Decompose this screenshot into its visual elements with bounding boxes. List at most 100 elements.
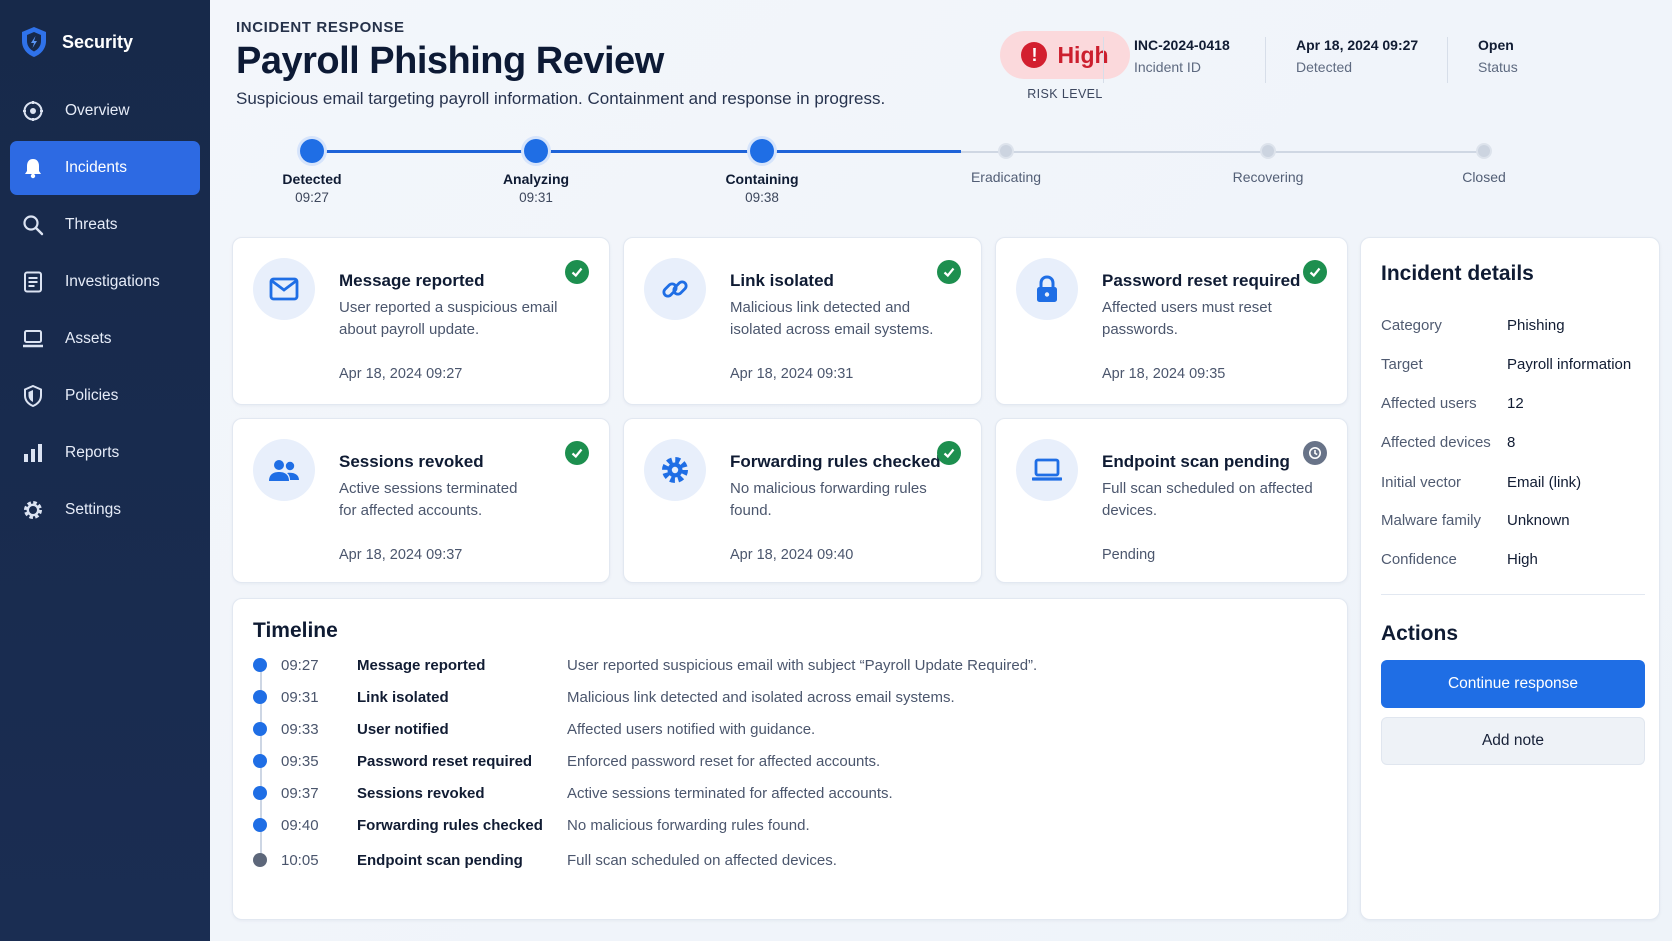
- sidebar-item-overview[interactable]: Overview: [10, 84, 200, 138]
- detail-row-initial-vector: Initial vector Email (link): [1381, 474, 1651, 491]
- bar-chart-icon: [21, 441, 45, 465]
- detail-key: Target: [1381, 356, 1423, 373]
- detail-value: High: [1507, 551, 1538, 568]
- timeline-title: Timeline: [253, 619, 338, 642]
- timeline-event: Forwarding rules checked: [357, 816, 543, 834]
- action-card-forwarding-rules[interactable]: Forwarding rules checked No malicious fo…: [623, 418, 982, 583]
- sidebar-item-policies[interactable]: Policies: [10, 369, 200, 423]
- lock-icon: [1016, 258, 1078, 320]
- timeline-detail: User reported suspicious email with subj…: [567, 656, 1038, 674]
- detail-key: Affected users: [1381, 395, 1477, 412]
- add-note-button[interactable]: Add note: [1381, 717, 1645, 765]
- detail-row-target: Target Payroll information: [1381, 356, 1651, 373]
- laptop-icon: [21, 327, 45, 351]
- timeline-row: 09:40 Forwarding rules checked No malici…: [253, 814, 1333, 836]
- brand[interactable]: Security: [0, 0, 210, 84]
- progress-step-detected: Detected 09:27: [242, 130, 382, 205]
- progress-step-analyzing: Analyzing 09:31: [466, 130, 606, 205]
- mail-icon: [253, 258, 315, 320]
- progress-step-containing: Containing 09:38: [692, 130, 832, 205]
- card-description: Full scan scheduled on affected devices.: [1102, 480, 1313, 519]
- card-description: Active sessions terminated for affected …: [339, 480, 518, 519]
- sidebar-item-incidents[interactable]: Incidents: [10, 141, 200, 195]
- step-label: Analyzing: [502, 171, 570, 187]
- main-content: INCIDENT RESPONSE Payroll Phishing Revie…: [210, 0, 1672, 941]
- action-card-password-reset[interactable]: Password reset required Affected users m…: [995, 237, 1348, 405]
- step-label: Detected: [282, 171, 342, 187]
- timeline-row: 09:27 Message reported User reported sus…: [253, 654, 1333, 676]
- action-card-link-isolated[interactable]: Link isolated Malicious link detected an…: [623, 237, 982, 405]
- timeline-time: 09:33: [281, 720, 319, 738]
- users-icon: [253, 439, 315, 501]
- detail-key: Malware family: [1381, 512, 1482, 529]
- shield-icon: [21, 384, 45, 408]
- sidebar-item-settings[interactable]: Settings: [10, 483, 200, 537]
- check-icon: [1303, 260, 1327, 284]
- step-dot: [750, 139, 774, 163]
- timeline-time: 09:27: [281, 656, 319, 674]
- gear-icon: [644, 439, 706, 501]
- card-timestamp: Apr 18, 2024 09:35: [1102, 366, 1226, 382]
- card-description: User reported a suspicious email about p…: [339, 299, 558, 338]
- link-icon: [644, 258, 706, 320]
- meta-value: INC-2024-0418: [1134, 37, 1230, 53]
- shield-logo-icon: [20, 26, 48, 58]
- timeline-dot: [253, 818, 267, 832]
- progress-step-closed: Closed: [1414, 130, 1554, 185]
- timeline-detail: Affected users notified with guidance.: [567, 720, 816, 738]
- detail-row-category: Category Phishing: [1381, 317, 1651, 334]
- step-dot: [1476, 143, 1492, 159]
- detail-row-affected-users: Affected users 12: [1381, 395, 1651, 412]
- meta-label: Status: [1478, 59, 1518, 75]
- sidebar-item-threats[interactable]: Threats: [10, 198, 200, 252]
- bell-icon: [21, 156, 45, 180]
- sidebar-item-label: Threats: [65, 216, 118, 233]
- sidebar-item-assets[interactable]: Assets: [10, 312, 200, 366]
- timeline-time: 09:40: [281, 816, 319, 834]
- timeline-event: Sessions revoked: [357, 784, 485, 802]
- card-timestamp: Apr 18, 2024 09:27: [339, 366, 463, 382]
- timeline-row: 10:05 Endpoint scan pending Full scan sc…: [253, 849, 1333, 871]
- step-time: 09:27: [295, 190, 329, 205]
- step-dot: [524, 139, 548, 163]
- search-icon: [21, 213, 45, 237]
- timeline-event: Password reset required: [357, 752, 533, 770]
- sidebar-item-label: Reports: [65, 444, 120, 461]
- card-timestamp: Apr 18, 2024 09:31: [730, 366, 854, 382]
- meta-value: Open: [1478, 37, 1514, 53]
- section-eyebrow: INCIDENT RESPONSE: [236, 19, 405, 36]
- timeline-dot: [253, 722, 267, 736]
- timeline-detail: Full scan scheduled on affected devices.: [567, 851, 837, 869]
- action-card-message-reported[interactable]: Message reported User reported a suspici…: [232, 237, 610, 405]
- continue-response-button[interactable]: Continue response: [1381, 660, 1645, 708]
- meta-label: Detected: [1296, 59, 1353, 75]
- action-card-endpoint-scan[interactable]: Endpoint scan pending Full scan schedule…: [995, 418, 1348, 583]
- check-icon: [937, 441, 961, 465]
- sidebar-item-label: Settings: [65, 501, 122, 518]
- detail-row-malware-family: Malware family Unknown: [1381, 512, 1651, 529]
- step-dot: [998, 143, 1014, 159]
- check-icon: [937, 260, 961, 284]
- timeline-dot: [253, 754, 267, 768]
- timeline-time: 09:35: [281, 752, 319, 770]
- progress-track-fill: [312, 150, 961, 153]
- sidebar-item-investigations[interactable]: Investigations: [10, 255, 200, 309]
- card-title: Password reset required: [1102, 271, 1301, 290]
- card-timestamp: Apr 18, 2024 09:40: [730, 547, 854, 563]
- timeline-row: 09:35 Password reset required Enforced p…: [253, 750, 1333, 772]
- meta-incident-id: INC-2024-0418 Incident ID: [1103, 37, 1230, 83]
- timeline-detail: No malicious forwarding rules found.: [567, 816, 810, 834]
- timeline-event: Message reported: [357, 656, 486, 674]
- timeline-time: 10:05: [281, 851, 319, 869]
- clock-icon: [1303, 441, 1327, 465]
- detail-value: 12: [1507, 395, 1524, 412]
- detail-key: Confidence: [1381, 551, 1457, 568]
- sidebar-item-reports[interactable]: Reports: [10, 426, 200, 480]
- page-title: Payroll Phishing Review: [236, 40, 664, 82]
- meta-detected: Apr 18, 2024 09:27 Detected: [1265, 37, 1418, 83]
- card-description: Affected users must reset passwords.: [1102, 299, 1272, 338]
- action-card-sessions-revoked[interactable]: Sessions revoked Active sessions termina…: [232, 418, 610, 583]
- step-label: Eradicating: [970, 169, 1042, 185]
- step-label: Closed: [1462, 169, 1506, 185]
- timeline-panel: Timeline 09:27 Message reported User rep…: [232, 598, 1348, 920]
